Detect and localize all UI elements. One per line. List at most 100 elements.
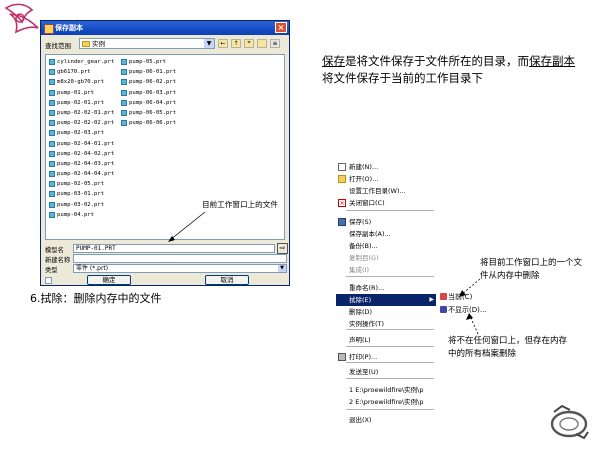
file-list-item[interactable]: pump-06-01.prt (120, 67, 176, 77)
file-list-item[interactable]: pump-03-02.prt (48, 200, 114, 210)
menu-item[interactable]: 新建(N)... (336, 161, 436, 173)
type-value: 零件 (*.prt) (76, 265, 109, 272)
chevron-down-icon[interactable]: ▼ (204, 39, 214, 48)
pick-model-button[interactable]: ⇨ (277, 243, 288, 254)
submenu-current-label: 当前(C) (448, 293, 473, 301)
model-name-field[interactable]: PUMP-01.PRT (73, 244, 275, 253)
part-file-icon (49, 79, 55, 86)
paragraph-text-2: 将文件保存于当前的工作目录下 (322, 71, 483, 85)
file-list-item[interactable]: pump-02-02-01.prt (48, 108, 114, 118)
file-list-item[interactable]: pump-02-04-03.prt (48, 159, 114, 169)
menu-item[interactable]: 发送至(U) (336, 366, 436, 378)
file-list-item[interactable]: pump-04.prt (48, 210, 114, 220)
file-name: pump-06-06.prt (129, 120, 177, 127)
part-file-icon (49, 99, 55, 106)
menu-item[interactable]: 设置工作目录(W)... (336, 185, 436, 197)
file-name: pump-04.prt (57, 211, 95, 218)
caption-erase: 6.拭除：删除内存中的文件 (30, 292, 162, 305)
ok-button[interactable]: 确定 (87, 275, 131, 285)
menu-item-label: 声明(L) (349, 336, 371, 344)
menu-item[interactable]: 保存副本(A)... (336, 228, 436, 240)
open-folder-icon (338, 175, 346, 183)
menu-item-label: 退出(X) (349, 416, 372, 424)
cancel-button[interactable]: 取消 (205, 275, 249, 285)
menu-item[interactable]: 删除(D) (336, 306, 436, 318)
file-list-item[interactable]: pump-06-04.prt (120, 98, 176, 108)
submenu-item-current[interactable]: 当前(C) (440, 292, 472, 302)
new-name-field[interactable] (73, 254, 287, 263)
file-list-item[interactable]: m8x20-gb70.prt (48, 77, 114, 87)
back-icon[interactable]: ← (218, 39, 228, 48)
menu-item[interactable]: 声明(L) (336, 334, 436, 346)
menu-item[interactable]: 重命名(R)... (336, 282, 436, 294)
menu-item-label: 发送至(U) (349, 368, 379, 376)
up-folder-icon[interactable]: ↑ (231, 39, 241, 48)
menu-item-label: 关闭窗口(C) (349, 199, 385, 207)
erase-current-icon (440, 293, 447, 300)
dialog-close-button[interactable]: × (275, 22, 287, 33)
file-list-item[interactable]: pump-06-05.prt (120, 108, 176, 118)
file-list-item[interactable]: pump-02-04-02.prt (48, 149, 114, 159)
menu-item[interactable]: 备份(B)... (336, 240, 436, 252)
submenu-arrow-icon: ▶ (429, 296, 434, 303)
menu-separator (346, 362, 434, 363)
file-list-item[interactable]: pump-02-04-04.prt (48, 169, 114, 179)
folder-shortcut-icon[interactable] (257, 39, 267, 48)
erase-not-displayed-icon (440, 306, 447, 313)
file-list-item[interactable]: pump-02-02-02.prt (48, 118, 114, 128)
menu-item[interactable]: 退出(X) (336, 414, 436, 426)
type-dropdown[interactable]: 零件 (*.prt) ▼ (73, 264, 287, 273)
dialog-titlebar: 保存副本 × (41, 21, 289, 35)
menu-item[interactable]: 保存(S) (336, 216, 436, 228)
file-list-item[interactable]: gb6170.prt (48, 67, 114, 77)
option-checkbox[interactable] (45, 277, 52, 284)
menu-item-label: 打印(P)... (349, 353, 378, 361)
save-disk-icon (338, 218, 346, 226)
menu-item[interactable]: 集成(I) (336, 264, 436, 276)
annotation-current-window-file: 目前工作窗口上的文件 (202, 200, 278, 209)
file-list-item[interactable]: pump-06-02.prt (120, 77, 176, 87)
menu-item[interactable]: 拭除(E) ▶ (336, 294, 436, 306)
file-list-item[interactable]: pump-02-04-01.prt (48, 139, 114, 149)
file-column-2: pump-05.prt pump-06-01.prt pump-06-02.prt p… (120, 57, 176, 128)
file-list[interactable]: cylinder_gear.prt gb6170.prt m8x20-gb70.pr… (45, 54, 285, 240)
part-file-icon (49, 160, 55, 167)
part-file-icon (49, 150, 55, 157)
save-copy-dialog: 保存副本 × 查找范围 实例 ▼ ← ↑ * ≡ cylinder_gear.p… (40, 20, 290, 286)
paragraph-text-1: 是将文件保存于文件所在的目录，而 (345, 54, 529, 68)
submenu-item-not-displayed[interactable]: 不显示(D)... (440, 305, 487, 315)
file-list-item[interactable]: pump-06-06.prt (120, 118, 176, 128)
menu-item[interactable]: 2 E:\proewildfire\实例\p (336, 396, 436, 408)
file-name: pump-05.prt (129, 59, 167, 65)
chevron-down-icon[interactable]: ▼ (278, 265, 286, 272)
save-copy-term: 保存副本 (529, 54, 575, 68)
file-name: pump-06-02.prt (129, 79, 177, 86)
part-file-icon (49, 120, 55, 127)
file-name: pump-02-04-03.prt (57, 160, 115, 167)
menu-item-label: 重命名(R)... (349, 284, 385, 292)
file-name: cylinder_gear.prt (57, 59, 115, 65)
part-file-icon (49, 69, 55, 76)
file-name: pump-02-03.prt (57, 130, 105, 137)
new-name-label: 新建名称 (45, 257, 71, 264)
file-list-item[interactable]: pump-02-03.prt (48, 128, 114, 138)
file-list-item[interactable]: cylinder_gear.prt (48, 57, 114, 67)
file-list-item[interactable]: pump-02-05.prt (48, 179, 114, 189)
file-list-item[interactable]: pump-03-01.prt (48, 189, 114, 199)
file-list-item[interactable]: pump-01.prt (48, 88, 114, 98)
part-file-icon (49, 59, 55, 65)
file-list-item[interactable]: pump-02-01.prt (48, 98, 114, 108)
file-name: pump-02-05.prt (57, 181, 105, 188)
menu-item[interactable]: 复制目(G) (336, 252, 436, 264)
close-window-icon: × (338, 199, 346, 207)
menu-item[interactable]: × 关闭窗口(C) (336, 197, 436, 209)
look-in-dropdown[interactable]: 实例 ▼ (79, 38, 215, 49)
new-folder-icon[interactable]: * (244, 39, 254, 48)
view-menu-icon[interactable]: ≡ (270, 39, 280, 48)
file-list-item[interactable]: pump-05.prt (120, 57, 176, 67)
menu-item[interactable]: 打开(O)... (336, 173, 436, 185)
menu-item[interactable]: 1 E:\proewildfire\实例\p (336, 384, 436, 396)
model-name-label: 模型名 (45, 247, 64, 254)
menu-item-label: 保存副本(A)... (349, 230, 391, 238)
file-list-item[interactable]: pump-06-03.prt (120, 88, 176, 98)
